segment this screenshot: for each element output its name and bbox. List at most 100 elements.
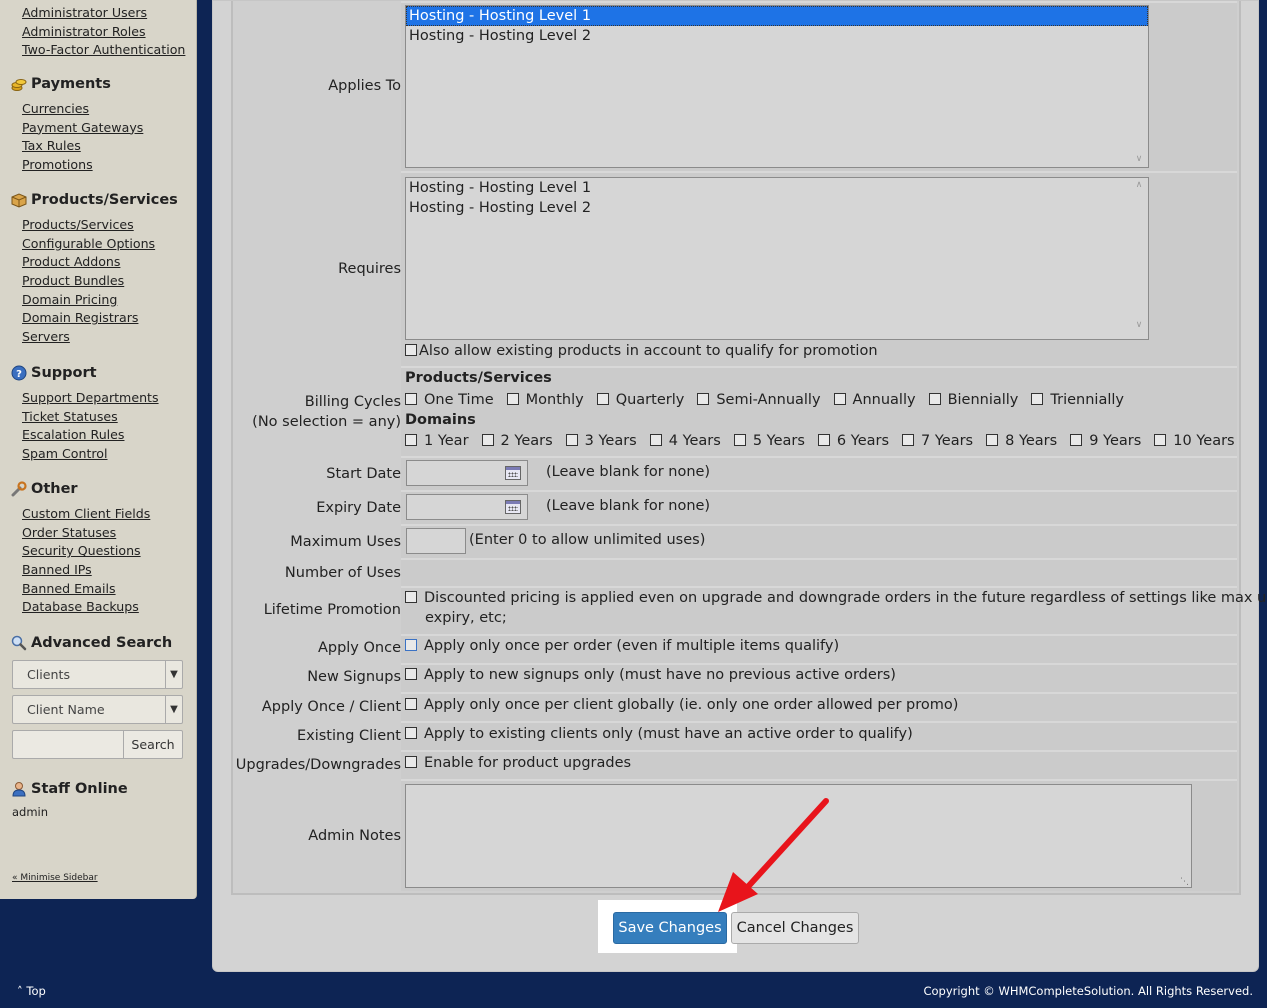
sidebar-link-domain-registrars[interactable]: Domain Registrars: [22, 309, 197, 328]
row-applies-to: Applies To Hosting - Hosting Level 1 Hos…: [233, 1, 1239, 171]
resize-handle-icon[interactable]: ⋱: [1180, 877, 1189, 887]
sidebar-link-administrator-roles[interactable]: Administrator Roles: [22, 23, 197, 42]
domain-cycle[interactable]: 2 Years: [481, 433, 553, 449]
lifetime-promotion-checkbox[interactable]: [405, 591, 417, 603]
cycle-label: 7 Years: [921, 433, 974, 449]
promotion-form: Applies To Hosting - Hosting Level 1 Hos…: [231, 1, 1267, 895]
applies-to-listbox[interactable]: Hosting - Hosting Level 1 Hosting - Host…: [405, 5, 1149, 168]
requires-option[interactable]: Hosting - Hosting Level 1: [406, 178, 1148, 198]
checkbox[interactable]: [506, 393, 519, 405]
sidebar-link-currencies[interactable]: Currencies: [22, 100, 197, 119]
sidebar-group-title: Other: [31, 481, 78, 497]
cycle-biennially[interactable]: Biennially: [928, 392, 1018, 408]
applies-to-option[interactable]: Hosting - Hosting Level 1: [406, 6, 1148, 26]
scrollbar[interactable]: ∨: [1130, 6, 1148, 167]
apply-once-client-checkbox[interactable]: [405, 698, 417, 710]
sidebar-link-servers[interactable]: Servers: [22, 328, 197, 347]
domain-cycle[interactable]: 7 Years: [902, 433, 973, 449]
cycle-quarterly[interactable]: Quarterly: [596, 392, 684, 408]
domain-cycle[interactable]: 1 Year: [405, 433, 469, 449]
sidebar-link-two-factor-authentication[interactable]: Two-Factor Authentication: [22, 41, 197, 60]
sidebar-link-banned-ips[interactable]: Banned IPs: [22, 561, 197, 580]
calendar-icon[interactable]: [505, 500, 521, 514]
sidebar-link-support-departments[interactable]: Support Departments: [22, 389, 197, 408]
checkbox[interactable]: [405, 434, 417, 446]
checkbox[interactable]: [1031, 393, 1044, 405]
search-field-select[interactable]: Client Name ▼: [12, 695, 183, 724]
checkbox[interactable]: [817, 434, 830, 446]
requires-existing-checkbox[interactable]: [405, 344, 417, 356]
cancel-changes-button[interactable]: Cancel Changes: [731, 912, 859, 944]
checkbox[interactable]: [928, 393, 941, 405]
domain-cycle[interactable]: 4 Years: [649, 433, 721, 449]
save-changes-button[interactable]: Save Changes: [613, 912, 727, 944]
checkbox[interactable]: [596, 393, 609, 405]
checkbox[interactable]: [902, 434, 915, 446]
sidebar-link-product-addons[interactable]: Product Addons: [22, 253, 197, 272]
domain-cycle[interactable]: 3 Years: [565, 433, 637, 449]
domain-cycle[interactable]: 10 Years: [1154, 433, 1235, 449]
sidebar-link-database-backups[interactable]: Database Backups: [22, 598, 197, 617]
checkbox[interactable]: [1070, 434, 1083, 446]
sidebar-link-product-bundles[interactable]: Product Bundles: [22, 272, 197, 291]
checkbox[interactable]: [649, 434, 662, 446]
maximum-uses-input[interactable]: [406, 528, 466, 554]
existing-client-checkbox[interactable]: [405, 727, 417, 739]
sidebar-link-promotions[interactable]: Promotions: [22, 156, 197, 175]
checkbox[interactable]: [733, 434, 746, 446]
upgrades-checkbox[interactable]: [405, 756, 417, 768]
cycle-one-time[interactable]: One Time: [405, 392, 494, 408]
cycle-label: 2 Years: [500, 433, 553, 449]
sidebar-link-escalation-rules[interactable]: Escalation Rules: [22, 426, 197, 445]
row-apply-once-client: Apply Once / Client Apply only once per …: [233, 692, 1239, 721]
sidebar-link-administrator-users[interactable]: Administrator Users: [22, 4, 197, 23]
checkbox[interactable]: [405, 393, 417, 405]
domain-cycle[interactable]: 6 Years: [817, 433, 889, 449]
scrollbar[interactable]: ∧ ∨: [1130, 178, 1148, 339]
sidebar-link-banned-emails[interactable]: Banned Emails: [22, 580, 197, 599]
checkbox[interactable]: [1154, 434, 1167, 446]
sidebar-link-configurable-options[interactable]: Configurable Options: [22, 235, 197, 254]
sidebar-link-custom-client-fields[interactable]: Custom Client Fields: [22, 505, 197, 524]
calendar-icon[interactable]: [505, 466, 521, 480]
search-button[interactable]: Search: [123, 730, 183, 759]
search-input[interactable]: [12, 730, 124, 759]
domain-cycle[interactable]: 9 Years: [1070, 433, 1141, 449]
sidebar-link-domain-pricing[interactable]: Domain Pricing: [22, 291, 197, 310]
apply-once-checkbox[interactable]: [405, 639, 417, 651]
checkbox[interactable]: [833, 393, 846, 405]
cycle-triennially[interactable]: Triennially: [1031, 392, 1124, 408]
expiry-date-input[interactable]: [406, 494, 528, 520]
sidebar-link-spam-control[interactable]: Spam Control: [22, 445, 197, 464]
sidebar-link-order-statuses[interactable]: Order Statuses: [22, 524, 197, 543]
start-date-input[interactable]: [406, 460, 528, 486]
cycle-semi-annually[interactable]: Semi-Annually: [697, 392, 821, 408]
new-signups-checkbox[interactable]: [405, 668, 417, 680]
search-type-select[interactable]: Clients ▼: [12, 660, 183, 689]
sidebar-link-tax-rules[interactable]: Tax Rules: [22, 137, 197, 156]
minimise-sidebar-link[interactable]: « Minimise Sidebar: [12, 873, 98, 883]
checkbox[interactable]: [481, 434, 494, 446]
search-field-value: Client Name: [27, 702, 105, 717]
domain-cycle[interactable]: 5 Years: [733, 433, 805, 449]
sidebar-link-payment-gateways[interactable]: Payment Gateways: [22, 119, 197, 138]
back-to-top-link[interactable]: ˄ Top: [17, 984, 46, 998]
requires-option[interactable]: Hosting - Hosting Level 2: [406, 198, 1148, 218]
domain-cycle[interactable]: 8 Years: [986, 433, 1057, 449]
checkbox[interactable]: [697, 393, 710, 405]
sidebar-link-ticket-statuses[interactable]: Ticket Statuses: [22, 408, 197, 427]
admin-notes-textarea[interactable]: ⋱: [405, 784, 1192, 888]
requires-listbox[interactable]: Hosting - Hosting Level 1 Hosting - Host…: [405, 177, 1149, 340]
cycle-annually[interactable]: Annually: [833, 392, 916, 408]
applies-to-option[interactable]: Hosting - Hosting Level 2: [406, 26, 1148, 46]
checkbox[interactable]: [565, 434, 578, 446]
box-icon: [11, 192, 27, 208]
sidebar-group-payments: Payments Currencies Payment Gateways Tax…: [0, 74, 197, 175]
cycle-monthly[interactable]: Monthly: [506, 392, 584, 408]
domains-heading: Domains: [405, 412, 476, 428]
sidebar-link-security-questions[interactable]: Security Questions: [22, 542, 197, 561]
checkbox[interactable]: [986, 434, 999, 446]
cycle-label: One Time: [424, 392, 494, 408]
domain-cycles: 1 Year 2 Years 3 Years 4 Years 5 Years 6 Year…: [405, 433, 1248, 449]
sidebar-link-products-services[interactable]: Products/Services: [22, 216, 197, 235]
